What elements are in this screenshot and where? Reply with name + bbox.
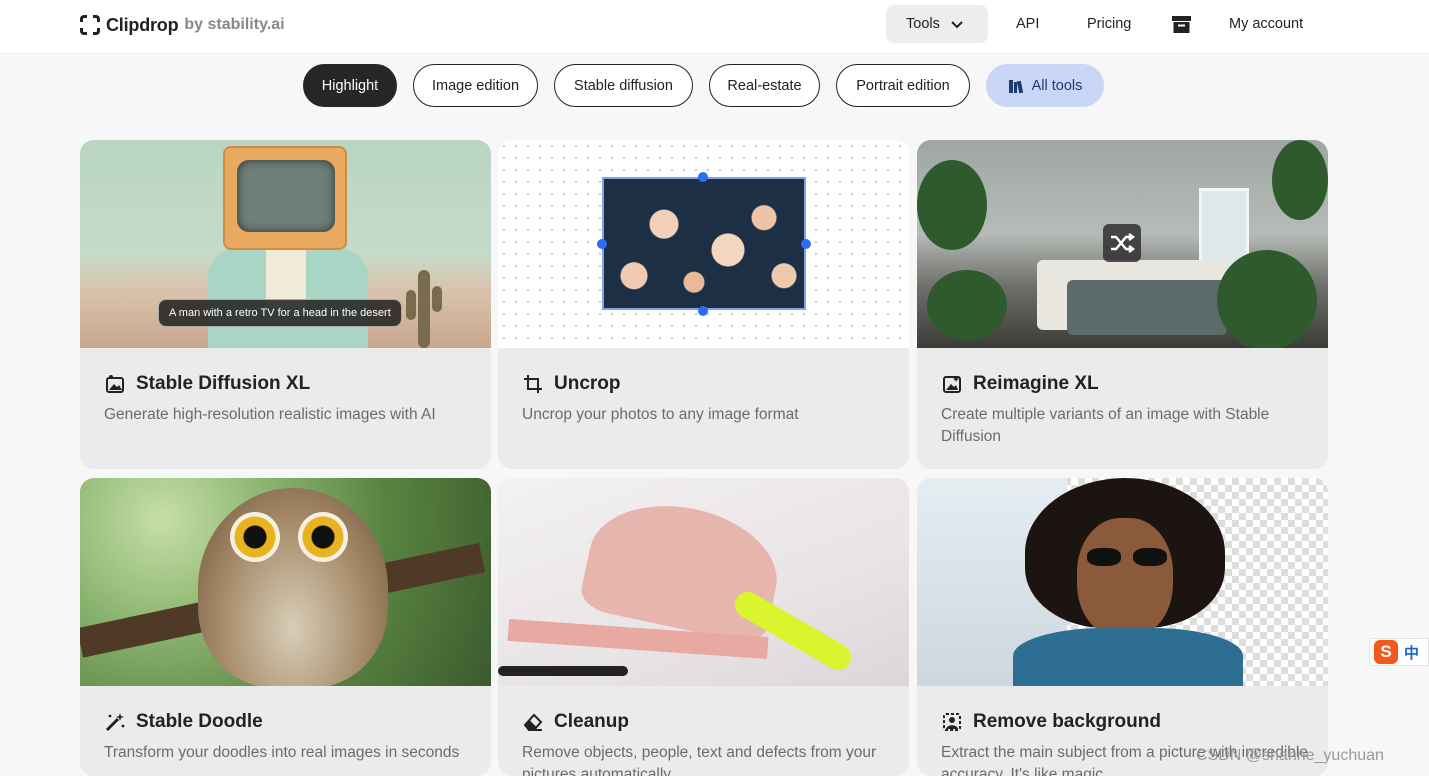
card-image: [498, 478, 909, 686]
logo[interactable]: Clipdrop by stability.ai: [80, 12, 285, 38]
card-image: [917, 478, 1328, 686]
input-method-widget[interactable]: S 中: [1369, 638, 1429, 666]
card-image: [80, 478, 491, 686]
card-description: Remove objects, people, text and defects…: [522, 744, 877, 776]
tool-card-uncrop[interactable]: Uncrop Uncrop your photos to any image f…: [498, 140, 909, 469]
category-pill-highlight[interactable]: Highlight: [303, 64, 397, 107]
card-title: Stable Diffusion XL: [104, 373, 310, 395]
card-image: [498, 140, 909, 348]
card-title: Reimagine XL: [941, 373, 1099, 395]
image-caption: A man with a retro TV for a head in the …: [158, 299, 402, 327]
card-title: Stable Doodle: [104, 711, 263, 733]
tool-card-cleanup[interactable]: Cleanup Remove objects, people, text and…: [498, 478, 909, 776]
category-pill-image-edition[interactable]: Image edition: [413, 64, 538, 107]
magic-wand-icon: [105, 713, 125, 732]
chevron-down-icon: [951, 21, 963, 29]
logo-name: Clipdrop: [106, 14, 179, 35]
card-image: A man with a retro TV for a head in the …: [80, 140, 491, 348]
tool-card-stable-diffusion-xl[interactable]: A man with a retro TV for a head in the …: [80, 140, 491, 469]
top-header: Clipdrop by stability.ai Tools API Prici…: [0, 0, 1429, 54]
nav-link-my-account[interactable]: My account: [1229, 5, 1303, 43]
ime-language-label: 中: [1404, 644, 1420, 662]
crop-icon: [524, 375, 542, 393]
image-magic-icon: [943, 376, 961, 393]
tool-card-reimagine-xl[interactable]: Reimagine XL Create multiple variants of…: [917, 140, 1328, 469]
category-pill-real-estate[interactable]: Real-estate: [709, 64, 820, 107]
category-pill-portrait-edition[interactable]: Portrait edition: [836, 64, 970, 107]
archive-icon[interactable]: [1171, 5, 1191, 43]
card-image: [917, 140, 1328, 348]
card-title: Uncrop: [522, 373, 621, 395]
card-description: Generate high-resolution realistic image…: [104, 406, 436, 423]
shuffle-icon: [1103, 224, 1141, 262]
tool-card-remove-background[interactable]: Remove background Extract the main subje…: [917, 478, 1328, 776]
nav-link-api[interactable]: API: [1016, 5, 1039, 43]
tools-menu-button[interactable]: Tools: [886, 5, 988, 43]
books-icon: [1008, 79, 1023, 93]
nav-link-pricing[interactable]: Pricing: [1087, 5, 1131, 43]
remove-background-icon: [943, 713, 961, 731]
card-title: Cleanup: [522, 711, 629, 733]
watermark: CSDN @shanhe_yuchuan: [1196, 747, 1384, 764]
card-description: Uncrop your photos to any image format: [522, 406, 799, 423]
card-description: Transform your doodles into real images …: [104, 744, 460, 761]
all-tools-label: All tools: [1031, 77, 1083, 94]
logo-byline: by stability.ai: [184, 16, 285, 33]
image-generate-icon: [106, 375, 124, 393]
clipdrop-logo-icon: [80, 15, 100, 35]
category-pill-stable-diffusion[interactable]: Stable diffusion: [554, 64, 693, 107]
tool-card-stable-doodle[interactable]: Stable Doodle Transform your doodles int…: [80, 478, 491, 776]
card-description: Create multiple variants of an image wit…: [941, 406, 1270, 445]
eraser-icon: [523, 713, 543, 731]
card-title: Remove background: [941, 711, 1161, 733]
sogou-s-icon: S: [1374, 640, 1398, 664]
tools-label: Tools: [906, 16, 940, 32]
category-pill-all-tools[interactable]: All tools: [986, 64, 1104, 107]
